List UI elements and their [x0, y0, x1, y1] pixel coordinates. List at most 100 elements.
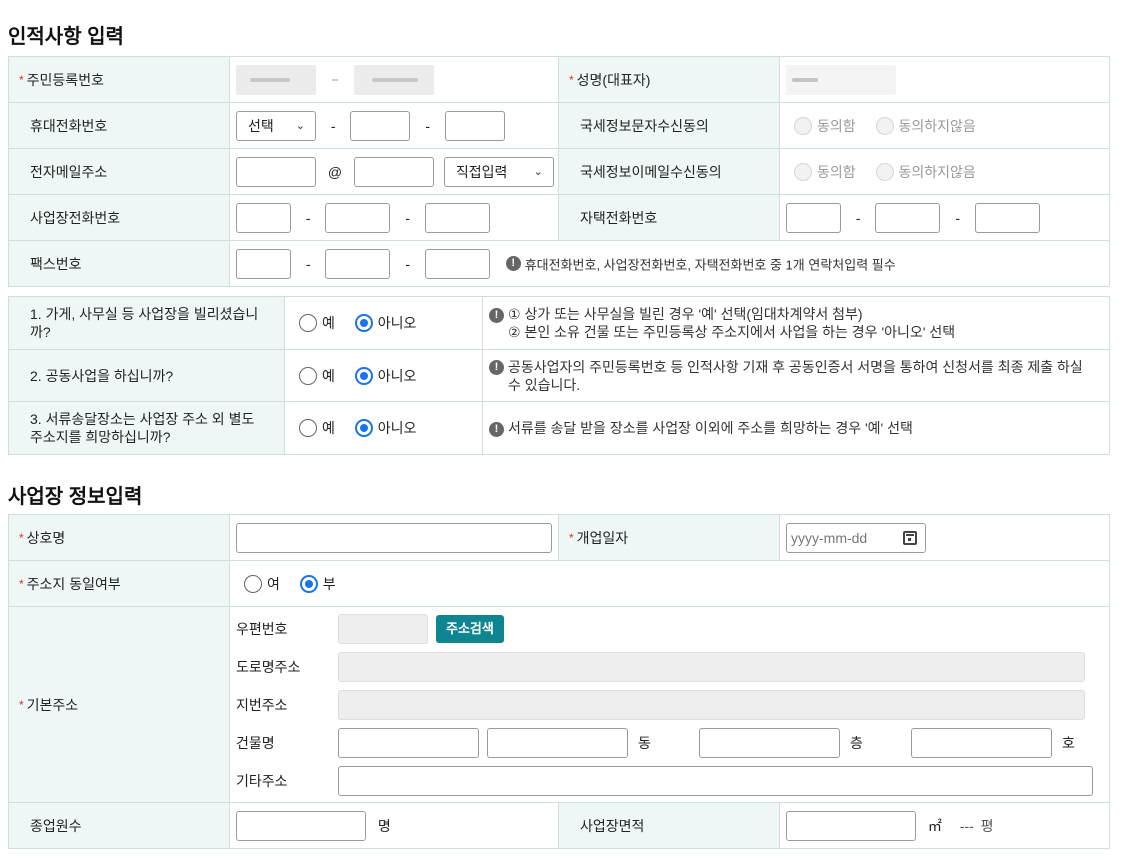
hint-line: 공동사업자의 주민등록번호 등 인적사항 기재 후 공동인증서 서명을 통하여 …: [508, 358, 1083, 393]
same-address-no-radio[interactable]: [299, 574, 318, 593]
open-date-field: yyyy-mm-dd: [779, 514, 1110, 561]
hint-line: ② 본인 소유 건물 또는 주민등록상 주소지에서 사업을 하는 경우 '아니오…: [508, 324, 956, 340]
mobile-middle-input[interactable]: [350, 110, 411, 141]
email-domain-input[interactable]: [354, 156, 434, 187]
dash: -: [405, 255, 411, 272]
biz-phone-last-input[interactable]: [424, 202, 490, 233]
trade-name-input[interactable]: [236, 522, 552, 553]
q3-yes-radio[interactable]: [299, 419, 317, 437]
home-phone-middle-input[interactable]: [875, 202, 941, 233]
info-icon: !: [505, 256, 521, 271]
personal-section-title: 인적사항 입력: [8, 26, 124, 48]
address-search-button[interactable]: 주소검색: [436, 614, 504, 643]
home-phone-label: 자택전화번호: [558, 194, 780, 241]
pyeong-value: ---: [959, 817, 974, 834]
floor-unit: 층: [850, 734, 863, 751]
mobile-last-input[interactable]: [444, 110, 505, 141]
same-address-label: * 주소지 동일여부: [8, 560, 230, 607]
etc-address-label: 기타주소: [236, 772, 288, 789]
postal-code-input[interactable]: [338, 613, 428, 644]
etc-address-row: 기타주소: [236, 762, 1109, 800]
basic-address-fields: 우편번호 주소검색 도로명주소 지번주소 건물명 동 층 호 기타주소: [229, 606, 1110, 803]
sms-consent-yes-label: 동의함: [817, 117, 856, 134]
calendar-icon[interactable]: [903, 530, 917, 545]
dash: -: [425, 117, 431, 134]
trade-name-label: * 상호명: [8, 514, 230, 561]
rep-name-value: [779, 56, 1110, 103]
business-info-table: * 상호명 * 개업일자 yyyy-mm-dd * 주소지 동일여부 여 부 * 기본주…: [8, 514, 1110, 849]
q1-yes-label: 예: [322, 315, 335, 331]
sms-consent-options: 동의함 동의하지않음: [779, 102, 1110, 149]
pyeong-unit: 평: [980, 817, 994, 834]
question-options: 예 아니오: [284, 349, 483, 402]
email-domain-select[interactable]: 직접입력 ⌄: [443, 156, 554, 187]
resident-no-value: [229, 56, 559, 103]
email-consent-no-label: 동의하지않음: [898, 163, 976, 180]
trade-name-field: [229, 514, 559, 561]
email-consent-yes-radio[interactable]: [794, 162, 812, 181]
business-section-title: 사업장 정보입력: [8, 486, 143, 508]
fax-label: 팩스번호: [8, 240, 230, 287]
road-address-input[interactable]: [338, 651, 1085, 682]
q3-no-radio[interactable]: [354, 419, 373, 437]
email-at-sign: @: [327, 163, 343, 180]
fax-last-input[interactable]: [424, 248, 490, 279]
email-consent-yes-label: 동의함: [817, 163, 856, 180]
question-options: 예 아니오: [284, 401, 483, 455]
lot-address-input[interactable]: [338, 689, 1085, 720]
q3-no-label: 아니오: [377, 420, 417, 436]
same-address-yes-radio[interactable]: [244, 574, 262, 593]
hint-line: ① 상가 또는 사무실을 빌린 경우 '예' 선택(임대차계약서 첨부): [508, 306, 863, 322]
etc-address-input[interactable]: [338, 765, 1093, 796]
employees-unit: 명: [377, 817, 391, 834]
contact-notice: 휴대전화번호, 사업장전화번호, 자택전화번호 중 1개 연락처입력 필수: [524, 257, 896, 272]
question-hint: ! ① 상가 또는 사무실을 빌린 경우 '예' 선택(임대차계약서 첨부) ② …: [482, 296, 1110, 350]
area-unit: ㎡: [927, 817, 942, 834]
rep-name-label: * 성명(대표자): [558, 56, 780, 103]
email-consent-no-radio[interactable]: [875, 162, 894, 181]
home-phone-area-input[interactable]: [786, 202, 841, 233]
fax-area-input[interactable]: [236, 248, 291, 279]
question-text: 3. 서류송달장소는 사업장 주소 외 별도 주소지를 희망하십니까?: [8, 401, 285, 455]
ho-unit: 호: [1062, 734, 1075, 751]
dash: -: [405, 209, 411, 226]
q2-yes-radio[interactable]: [299, 366, 317, 385]
building-name-input[interactable]: [338, 727, 479, 758]
area-input[interactable]: [786, 810, 916, 841]
questions-table: 1. 가게, 사무실 등 사업장을 빌리셨습니까? 예 아니오 ! ① 상가 또는…: [8, 296, 1110, 455]
q2-no-label: 아니오: [377, 367, 417, 384]
lot-address-row: 지번주소: [236, 686, 1109, 724]
email-label: 전자메일주소: [8, 148, 230, 195]
floor-input[interactable]: [911, 727, 1052, 758]
biz-phone-area-input[interactable]: [236, 202, 291, 233]
email-consent-options: 동의함 동의하지않음: [779, 148, 1110, 195]
q1-yes-radio[interactable]: [299, 314, 317, 332]
dong-unit: 동: [638, 734, 651, 751]
resident-no-front-masked: [236, 64, 316, 95]
employees-input[interactable]: [236, 810, 366, 841]
resident-no-back-masked: [353, 64, 434, 95]
road-address-label: 도로명주소: [236, 658, 301, 675]
email-id-input[interactable]: [236, 156, 316, 187]
area-label: 사업장면적: [558, 802, 780, 849]
dong-input[interactable]: [699, 727, 840, 758]
employees-label: 종업원수: [8, 802, 230, 849]
open-date-input[interactable]: yyyy-mm-dd: [786, 522, 926, 553]
biz-phone-middle-input[interactable]: [325, 202, 391, 233]
sms-consent-yes-radio[interactable]: [794, 116, 812, 135]
mobile-fields: 선택 ⌄ - -: [229, 102, 559, 149]
q1-no-radio[interactable]: [354, 314, 373, 332]
building-extra-input[interactable]: [487, 727, 628, 758]
dash: -: [305, 209, 311, 226]
home-phone-last-input[interactable]: [974, 202, 1040, 233]
fax-middle-input[interactable]: [325, 248, 391, 279]
mobile-label: 휴대전화번호: [8, 102, 230, 149]
mobile-prefix-select[interactable]: 선택 ⌄: [236, 110, 316, 141]
fax-fields: - - ! 휴대전화번호, 사업장전화번호, 자택전화번호 중 1개 연락처입력 …: [229, 240, 1110, 287]
q2-no-radio[interactable]: [354, 366, 373, 385]
dash: -: [330, 117, 336, 134]
sms-consent-no-radio[interactable]: [875, 116, 894, 135]
info-icon: !: [489, 307, 504, 323]
open-date-label: * 개업일자: [558, 514, 780, 561]
biz-phone-label: 사업장전화번호: [8, 194, 230, 241]
